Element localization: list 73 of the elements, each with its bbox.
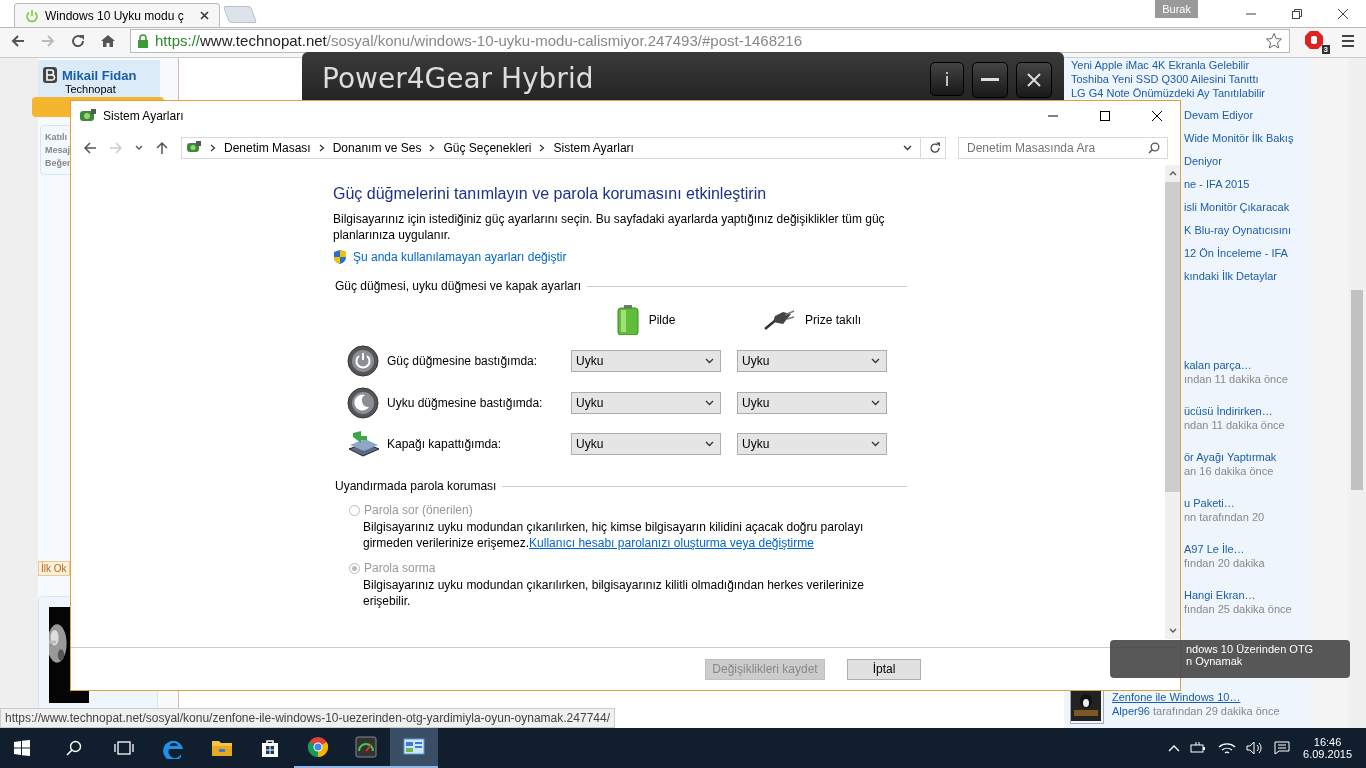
section-title: Güç düğmesi, uyku düğmesi ve kapak ayarları — [335, 279, 582, 293]
headline-link[interactable]: ne - IFA 2015 — [1184, 173, 1310, 196]
headline-link[interactable]: LG G4 Note Önümüzdeki Ay Tanıtılabilir — [1071, 86, 1310, 100]
window-title: Sistem Ayarları — [103, 109, 184, 123]
column-header: Prize takılı — [805, 313, 861, 327]
dropdown[interactable]: Uyku — [571, 350, 721, 372]
address-bar[interactable]: https://www.technopat.net/sosyal/konu/windows-10-uyku-modu-calismiyor.247493/#post-1468216 — [130, 28, 1290, 53]
column-header: Pilde — [648, 313, 676, 327]
admin-settings-link[interactable]: Şu anda kullanılamayan ayarları değiştir — [353, 250, 567, 264]
dropdown[interactable]: Uyku — [737, 350, 887, 372]
thread-meta: fından 25 dakika önce — [1184, 602, 1293, 616]
extension-badge: 3 — [1321, 44, 1330, 54]
headline-link[interactable]: Toshiba Yeni SSD Q300 Ailesini Tanıttı — [1071, 72, 1310, 86]
tab-title: Windows 10 Uyku modu ç — [45, 8, 185, 23]
clock[interactable]: 16:46 6.09.2015 — [1295, 736, 1366, 760]
address-bar[interactable]: Denetim Masası Donanım ve Ses Güç Seçenekleri Sistem Ayarları — [181, 137, 946, 159]
thread-title[interactable]: ör Ayağı Yaptırmak — [1184, 450, 1310, 464]
radio-label: Parola sor (önerilen) — [364, 503, 473, 517]
date-text: 6.09.2015 — [1303, 748, 1352, 760]
tooltip-text: n Oynamak — [1186, 655, 1244, 667]
author-title: Technopat — [65, 83, 117, 95]
thread-title[interactable]: Hangi Ekran… — [1184, 588, 1310, 602]
tooltip-text: ndows 10 Üzerinden OTG — [1186, 643, 1315, 655]
dropdown[interactable]: Uyku — [571, 433, 721, 455]
radio-label: Parola sorma — [364, 561, 436, 575]
breadcrumb-item[interactable]: Güç Seçenekleri — [443, 141, 532, 155]
headline-link[interactable]: Devam Ediyor — [1184, 104, 1310, 127]
stat-label: Mesaj — [45, 145, 70, 155]
setting-label: Uyku düğmesine bastığımda: — [387, 396, 544, 410]
thread-title[interactable]: kalan parça… — [1184, 358, 1310, 372]
browser-tab[interactable]: Windows 10 Uyku modu ç — [14, 3, 220, 27]
dropdown[interactable]: Uyku — [737, 433, 887, 455]
description-text: Bilgisayarınız için istediğiniz güç ayarlarını seçin. Bu sayfadaki ayarlarda yaptığınız değişiklikler tüm güç planlarınıza uygulanır. — [333, 211, 886, 243]
thread-meta: tarafından 29 dakika önce — [1153, 705, 1280, 717]
time-text: 16:46 — [1313, 736, 1342, 748]
headline-link[interactable]: Deniyor — [1184, 150, 1310, 173]
page-heading: Güç düğmelerini tanımlayın ve parola korumasını etkinleştirin — [333, 185, 768, 203]
thread-meta: nn tarafından 20 — [1184, 510, 1266, 524]
thread-tag: İlk Ok — [38, 561, 70, 576]
headline-link[interactable]: isli Monitör Çıkaracak — [1184, 196, 1310, 219]
thread-author[interactable]: Alper96 — [1112, 705, 1150, 717]
window-title: Power4Gear Hybrid — [322, 62, 595, 95]
option-description: Bilgisayarınız uyku modundan çıkarılırken, hiç kimse bilgisayarın kilidini açacak doğru parolayı girmeden verilerinize erişemez.Kullanıcı hesabı parolanızı oluşturma veya değiştirme — [363, 519, 865, 551]
headline-link[interactable]: kındaki İlk Detaylar — [1184, 265, 1310, 288]
url-text: https://www.technopat.net/sosyal/konu/windows-10-uyku-modu-calismiyor.247493/#post-1468216 — [155, 32, 803, 49]
stat-label: Katılı — [45, 132, 67, 142]
headline-link[interactable]: Yeni Apple iMac 4K Ekranla Gelebilir — [1071, 58, 1310, 72]
dropdown[interactable]: Uyku — [571, 392, 721, 414]
status-url: https://www.technopat.net/sosyal/konu/zenfone-ile-windows-10-uezerinden-otg-yardimiyla-oyun-oynamak.247744/ — [0, 708, 615, 728]
cancel-button[interactable]: İptal — [847, 658, 921, 680]
breadcrumb-item[interactable]: Donanım ve Ses — [332, 141, 422, 155]
option-description: Bilgisayarınız uyku modundan çıkarılırken, bilgisayarınız kilitli olmadığından herkes verilerinize erişebilir. — [363, 577, 865, 609]
thread-meta: ından 11 dakika önce — [1184, 372, 1289, 386]
author-name[interactable]: Mikail Fidan — [62, 67, 137, 83]
thread-title[interactable]: ücüsü İndirirken… — [1184, 404, 1310, 418]
setting-label: Güç düğmesine bastığımda: — [387, 354, 539, 368]
info-button[interactable]: i — [930, 62, 964, 96]
headline-link[interactable]: K Blu-ray Oynatıcısını — [1184, 219, 1310, 242]
thread-meta: ndan 11 dakika önce — [1184, 418, 1286, 432]
headline-link[interactable]: 12 Ön İnceleme - IFA — [1184, 242, 1310, 265]
thread-meta: fından 20 dakika — [1184, 556, 1266, 570]
headline-link[interactable]: Wide Monitör İlk Bakış — [1184, 127, 1310, 150]
breadcrumb-item[interactable]: Denetim Masası — [224, 141, 311, 155]
setting-label: Kapağı kapattığımda: — [387, 437, 503, 451]
thread-meta: an 16 dakika önce — [1184, 464, 1275, 478]
search-field[interactable]: Denetim Masasında Ara — [958, 137, 1168, 159]
thread-title[interactable]: A97 Le İle… — [1184, 542, 1310, 556]
breadcrumb-item[interactable]: Sistem Ayarları — [553, 141, 634, 155]
thread-title[interactable]: u Paketi… — [1184, 496, 1310, 510]
extension-button[interactable]: 3 — [1304, 29, 1326, 52]
thread-title[interactable]: Zenfone ile Windows 10… — [1112, 690, 1280, 704]
section-title: Uyandırmada parola koruması — [335, 479, 497, 493]
dropdown[interactable]: Uyku — [737, 392, 887, 414]
